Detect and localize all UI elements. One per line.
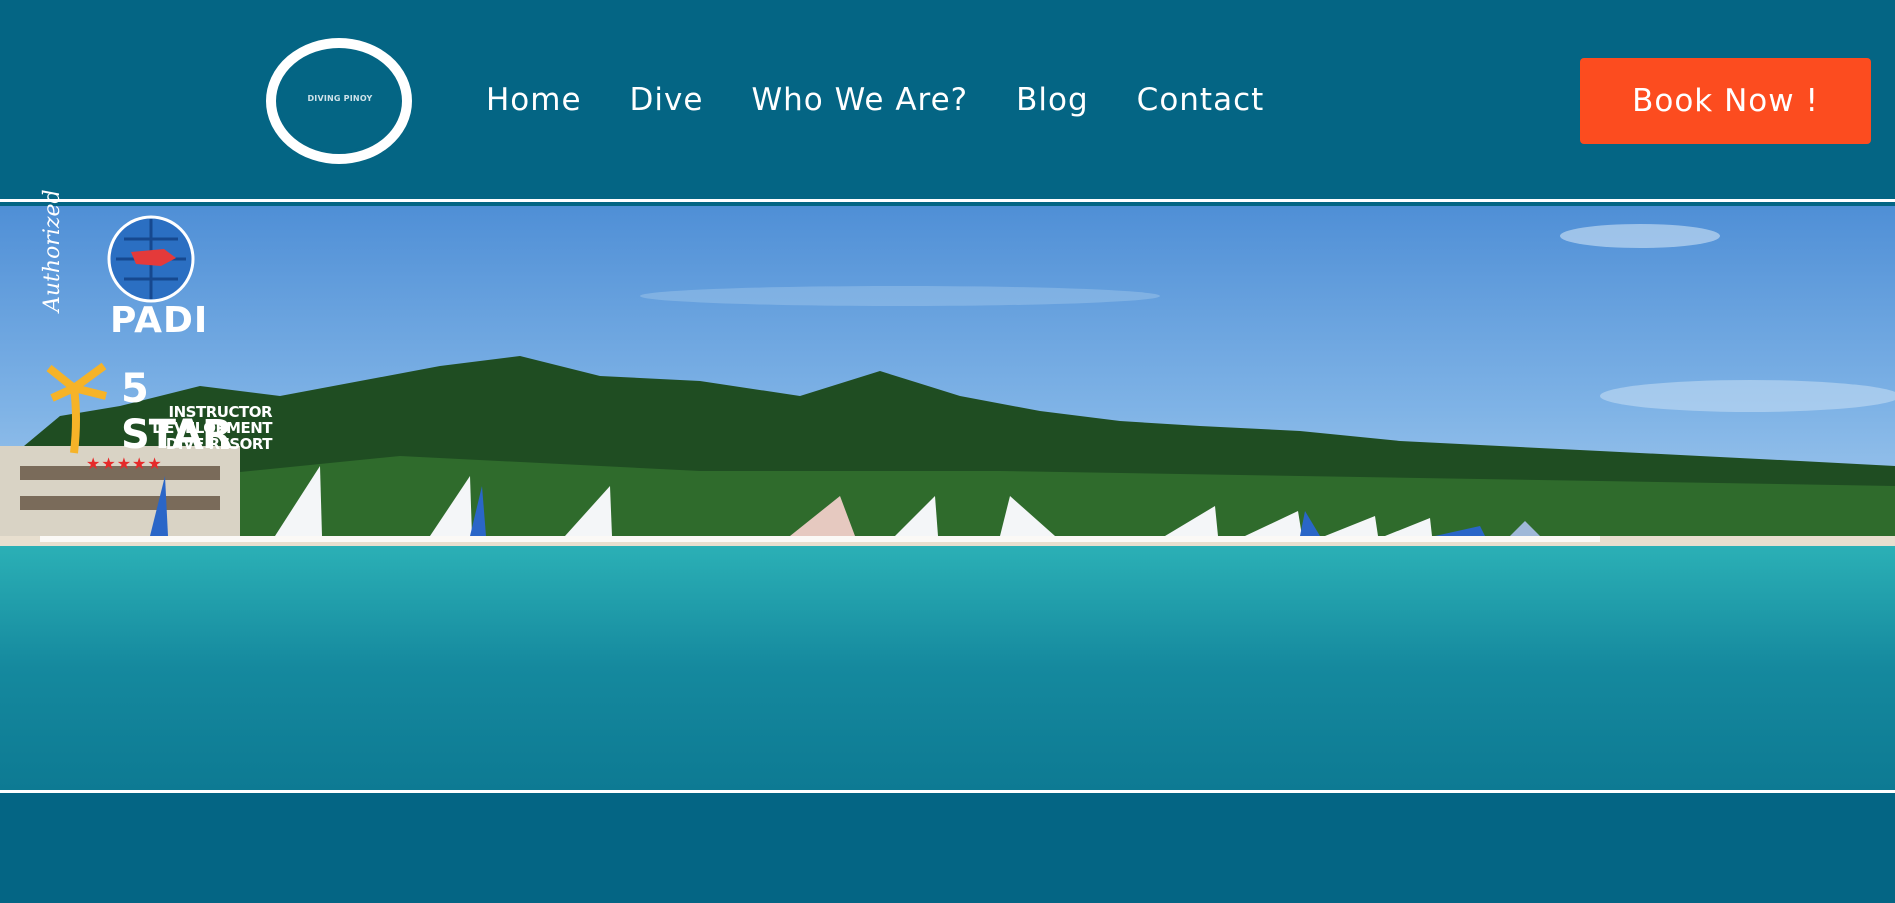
padi-5-star-badge: Authorized PADI 5 STAR INSTRUCTOR DEVELO…: [38, 189, 273, 476]
padi-wordmark: PADI: [110, 300, 209, 341]
idc-line-3: DIVE RESORT: [165, 435, 273, 453]
header-divider: [0, 199, 1895, 202]
nav-blog[interactable]: Blog: [1016, 82, 1089, 118]
site-header: DIVING PINOY Home Dive Who We Are? Blog …: [0, 0, 1895, 199]
book-now-button[interactable]: Book Now !: [1580, 58, 1871, 144]
nav-dive[interactable]: Dive: [630, 82, 704, 118]
palm-tree-icon: [46, 362, 107, 454]
footer-band: [0, 796, 1895, 903]
nav-contact[interactable]: Contact: [1137, 82, 1265, 118]
logo-text: DIVING PINOY: [307, 94, 373, 103]
rating-stars: ★★★★★: [86, 454, 163, 473]
hero-bottom-divider: [0, 790, 1895, 793]
main-nav: Home Dive Who We Are? Blog Contact: [486, 78, 1312, 122]
beach-scene-image: [0, 206, 1895, 790]
authorized-label: Authorized: [40, 189, 65, 312]
site-logo[interactable]: DIVING PINOY: [264, 36, 414, 166]
idc-text: INSTRUCTOR DEVELOPMENT DIVE RESORT: [122, 404, 272, 452]
hero-banner-image: [0, 206, 1895, 790]
nav-home[interactable]: Home: [486, 82, 582, 118]
nav-who-we-are[interactable]: Who We Are?: [751, 82, 968, 118]
idc-line-2: DEVELOPMENT: [152, 419, 272, 437]
idc-line-1: INSTRUCTOR: [168, 403, 273, 421]
padi-globe-icon: [107, 215, 195, 303]
